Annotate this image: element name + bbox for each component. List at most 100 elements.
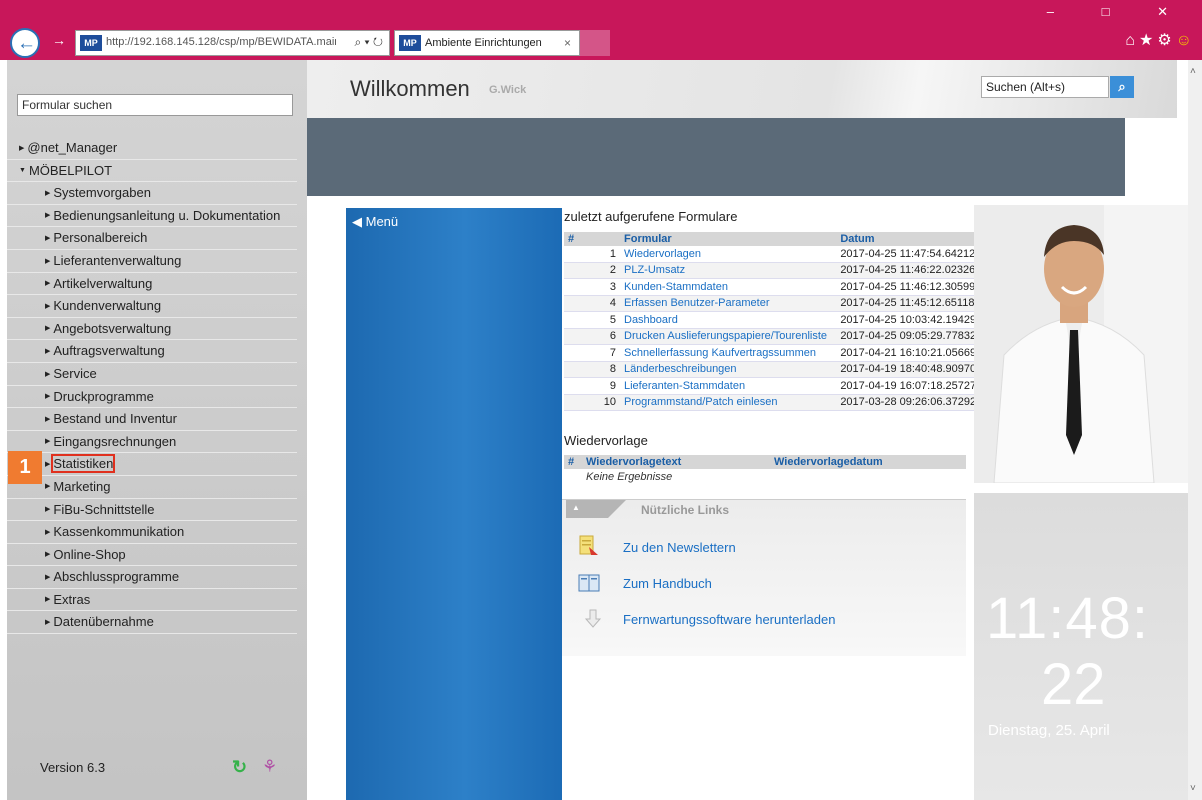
row-number: 5 <box>564 311 620 329</box>
page-title: Willkommen <box>350 76 470 101</box>
sidebar-item[interactable]: ▶ Auftragsverwaltung <box>7 340 297 363</box>
new-tab-button[interactable] <box>580 30 610 56</box>
form-link[interactable]: Länderbeschreibungen <box>620 361 837 378</box>
sidebar-item[interactable]: ▶ Lieferantenverwaltung <box>7 250 297 273</box>
page-scrollbar[interactable]: ˄ ˅ <box>1188 60 1202 800</box>
col-wiedervorlagedatum: Wiedervorlagedatum <box>770 455 966 469</box>
tab-close-icon[interactable]: × <box>564 36 571 50</box>
table-row[interactable]: 8 Länderbeschreibungen 2017-04-19 18:40:48… <box>564 361 990 378</box>
sidebar-item[interactable]: ▶ Bedienungsanleitung u. Dokumentation <box>7 205 297 228</box>
person-image <box>974 205 1190 483</box>
sidebar-item-label: Marketing <box>53 478 111 494</box>
form-link[interactable]: Schnellerfassung Kaufvertragssummen <box>620 344 837 362</box>
download-icon[interactable] <box>582 608 604 630</box>
table-row[interactable]: 2 PLZ-Umsatz 2017-04-25 11:46:22.023265 <box>564 262 990 279</box>
browser-toolbar-icons[interactable]: ⌂★⚙☺ <box>1125 30 1196 50</box>
newsletter-icon[interactable] <box>578 535 600 557</box>
sidebar-item[interactable]: ▶ Eingangsrechnungen <box>7 431 297 454</box>
back-button[interactable]: ← <box>10 28 40 58</box>
sidebar-item[interactable]: ▶ Kundenverwaltung <box>7 295 297 318</box>
col-datum: Datum <box>836 232 990 246</box>
form-search-input[interactable]: Formular suchen <box>17 94 293 116</box>
form-link[interactable]: PLZ-Umsatz <box>620 262 837 279</box>
table-row[interactable]: 6 Drucken Auslieferungspapiere/Tourenlist… <box>564 328 990 345</box>
table-row[interactable]: 5 Dashboard 2017-04-25 10:03:42.194299 <box>564 311 990 329</box>
caret-right-icon: ▶ <box>45 347 51 355</box>
menu-toggle-button[interactable]: ◀ Menü <box>352 214 398 230</box>
form-link[interactable]: Programmstand/Patch einlesen <box>620 394 837 411</box>
sidebar-item[interactable]: ▶ Abschlussprogramme <box>7 566 297 589</box>
sidebar-item[interactable]: ▼ MÖBELPILOT <box>7 160 297 183</box>
home-icon[interactable]: ⌂ <box>1125 32 1139 49</box>
caret-right-icon: ▶ <box>45 302 51 310</box>
form-link[interactable]: Erfassen Benutzer-Parameter <box>620 295 837 312</box>
table-row[interactable]: 10 Programmstand/Patch einlesen 2017-03-28… <box>564 394 990 411</box>
sidebar-item-label: @net_Manager <box>27 140 118 155</box>
sidebar-item-label: FiBu-Schnittstelle <box>53 501 155 517</box>
col-formular: Formular <box>620 232 837 246</box>
sidebar-item-label: Personalbereich <box>53 230 148 246</box>
search-icon[interactable]: ⌕ <box>1110 76 1134 98</box>
scroll-up-icon[interactable]: ˄ <box>1190 66 1196 77</box>
smiley-icon[interactable]: ☺ <box>1176 32 1196 49</box>
form-link[interactable]: Kunden-Stammdaten <box>620 278 837 296</box>
links-title: Nützliche Links <box>641 503 730 517</box>
row-date: 2017-04-25 11:45:12.651182 <box>836 295 990 312</box>
table-row[interactable]: 3 Kunden-Stammdaten 2017-04-25 11:46:12.30… <box>564 278 990 296</box>
address-controls[interactable]: ⌕ ▾ ↻ <box>354 35 383 50</box>
sidebar-item[interactable]: ▶ Statistiken <box>7 453 297 476</box>
caret-right-icon: ▶ <box>45 506 51 514</box>
refresh-icon[interactable]: ↻ <box>232 757 247 778</box>
window-controls[interactable]: – □ ✕ <box>1047 4 1190 20</box>
caret-right-icon: ▶ <box>45 257 51 265</box>
sidebar-item[interactable]: ▶ Angebotsverwaltung <box>7 318 297 341</box>
sidebar-item[interactable]: ▶ Druckprogramme <box>7 386 297 409</box>
link-remote-software[interactable]: Fernwartungssoftware herunterladen <box>623 612 835 627</box>
star-icon[interactable]: ★ <box>1139 32 1157 49</box>
table-row[interactable]: 9 Lieferanten-Stammdaten 2017-04-19 16:07:… <box>564 377 990 395</box>
address-bar[interactable]: MP http://192.168.145.128/csp/mp/BEWIDAT… <box>75 30 390 56</box>
sidebar-item[interactable]: ▶ Systemvorgaben <box>7 182 297 205</box>
sidebar-item[interactable]: ▶ @net_Manager <box>7 137 297 160</box>
sidebar-item-label: Statistiken <box>51 454 116 474</box>
table-row[interactable]: 4 Erfassen Benutzer-Parameter 2017-04-25 1… <box>564 295 990 312</box>
sidebar-item[interactable]: ▶ Personalbereich <box>7 227 297 250</box>
sidebar-item[interactable]: ▶ Marketing <box>7 476 297 499</box>
sidebar-item[interactable]: ▶ Datenübernahme <box>7 611 297 635</box>
sidebar-item[interactable]: ▶ Service <box>7 363 297 386</box>
form-link[interactable]: Wiedervorlagen <box>620 246 837 263</box>
collapse-icon[interactable]: ▲ <box>572 503 580 512</box>
book-icon[interactable] <box>578 572 600 594</box>
gear-icon[interactable]: ⚙ <box>1157 32 1175 49</box>
browser-tab[interactable]: MP Ambiente Einrichtungen × <box>394 30 580 56</box>
sidebar-item-label: Lieferantenverwaltung <box>53 252 182 268</box>
sidebar-item[interactable]: ▶ Artikelverwaltung <box>7 273 297 296</box>
sidebar-item[interactable]: ▶ Bestand und Inventur <box>7 408 297 431</box>
sidebar-item[interactable]: ▶ Kassenkommunikation <box>7 521 297 544</box>
form-link[interactable]: Dashboard <box>620 311 837 329</box>
form-link[interactable]: Lieferanten-Stammdaten <box>620 377 837 395</box>
table-row[interactable]: 1 Wiedervorlagen 2017-04-25 11:47:54.64212… <box>564 246 990 263</box>
sidebar-item-label: Extras <box>53 591 91 607</box>
scroll-down-icon[interactable]: ˅ <box>1190 783 1196 794</box>
tab-favicon-icon: MP <box>399 35 421 51</box>
col-number: # <box>564 455 582 469</box>
row-number: 7 <box>564 344 620 362</box>
sidebar-item[interactable]: ▶ Online-Shop <box>7 544 297 567</box>
banner-band <box>307 118 1125 196</box>
form-link[interactable]: Drucken Auslieferungspapiere/Tourenliste <box>620 328 837 345</box>
sidebar-item[interactable]: ▶ Extras <box>7 589 297 612</box>
sidebar-item[interactable]: ▶ FiBu-Schnittstelle <box>7 499 297 522</box>
caret-right-icon: ▶ <box>45 234 51 242</box>
table-row[interactable]: 7 Schnellerfassung Kaufvertragssummen 2017… <box>564 344 990 362</box>
col-wiedervorlagetext: Wiedervorlagetext <box>582 455 770 469</box>
sidebar-item-label: Bedienungsanleitung u. Dokumentation <box>53 207 281 223</box>
address-url[interactable]: http://192.168.145.128/csp/mp/BEWIDATA.m… <box>106 36 336 48</box>
forward-button[interactable]: → <box>52 32 66 48</box>
user-name: G.Wick <box>489 84 527 96</box>
puzzle-icon[interactable]: ⚘ <box>262 757 277 777</box>
site-search-input[interactable]: Suchen (Alt+s) <box>981 76 1109 98</box>
link-newsletter[interactable]: Zu den Newslettern <box>623 540 736 555</box>
caret-right-icon: ▶ <box>45 483 51 491</box>
link-handbook[interactable]: Zum Handbuch <box>623 576 712 591</box>
